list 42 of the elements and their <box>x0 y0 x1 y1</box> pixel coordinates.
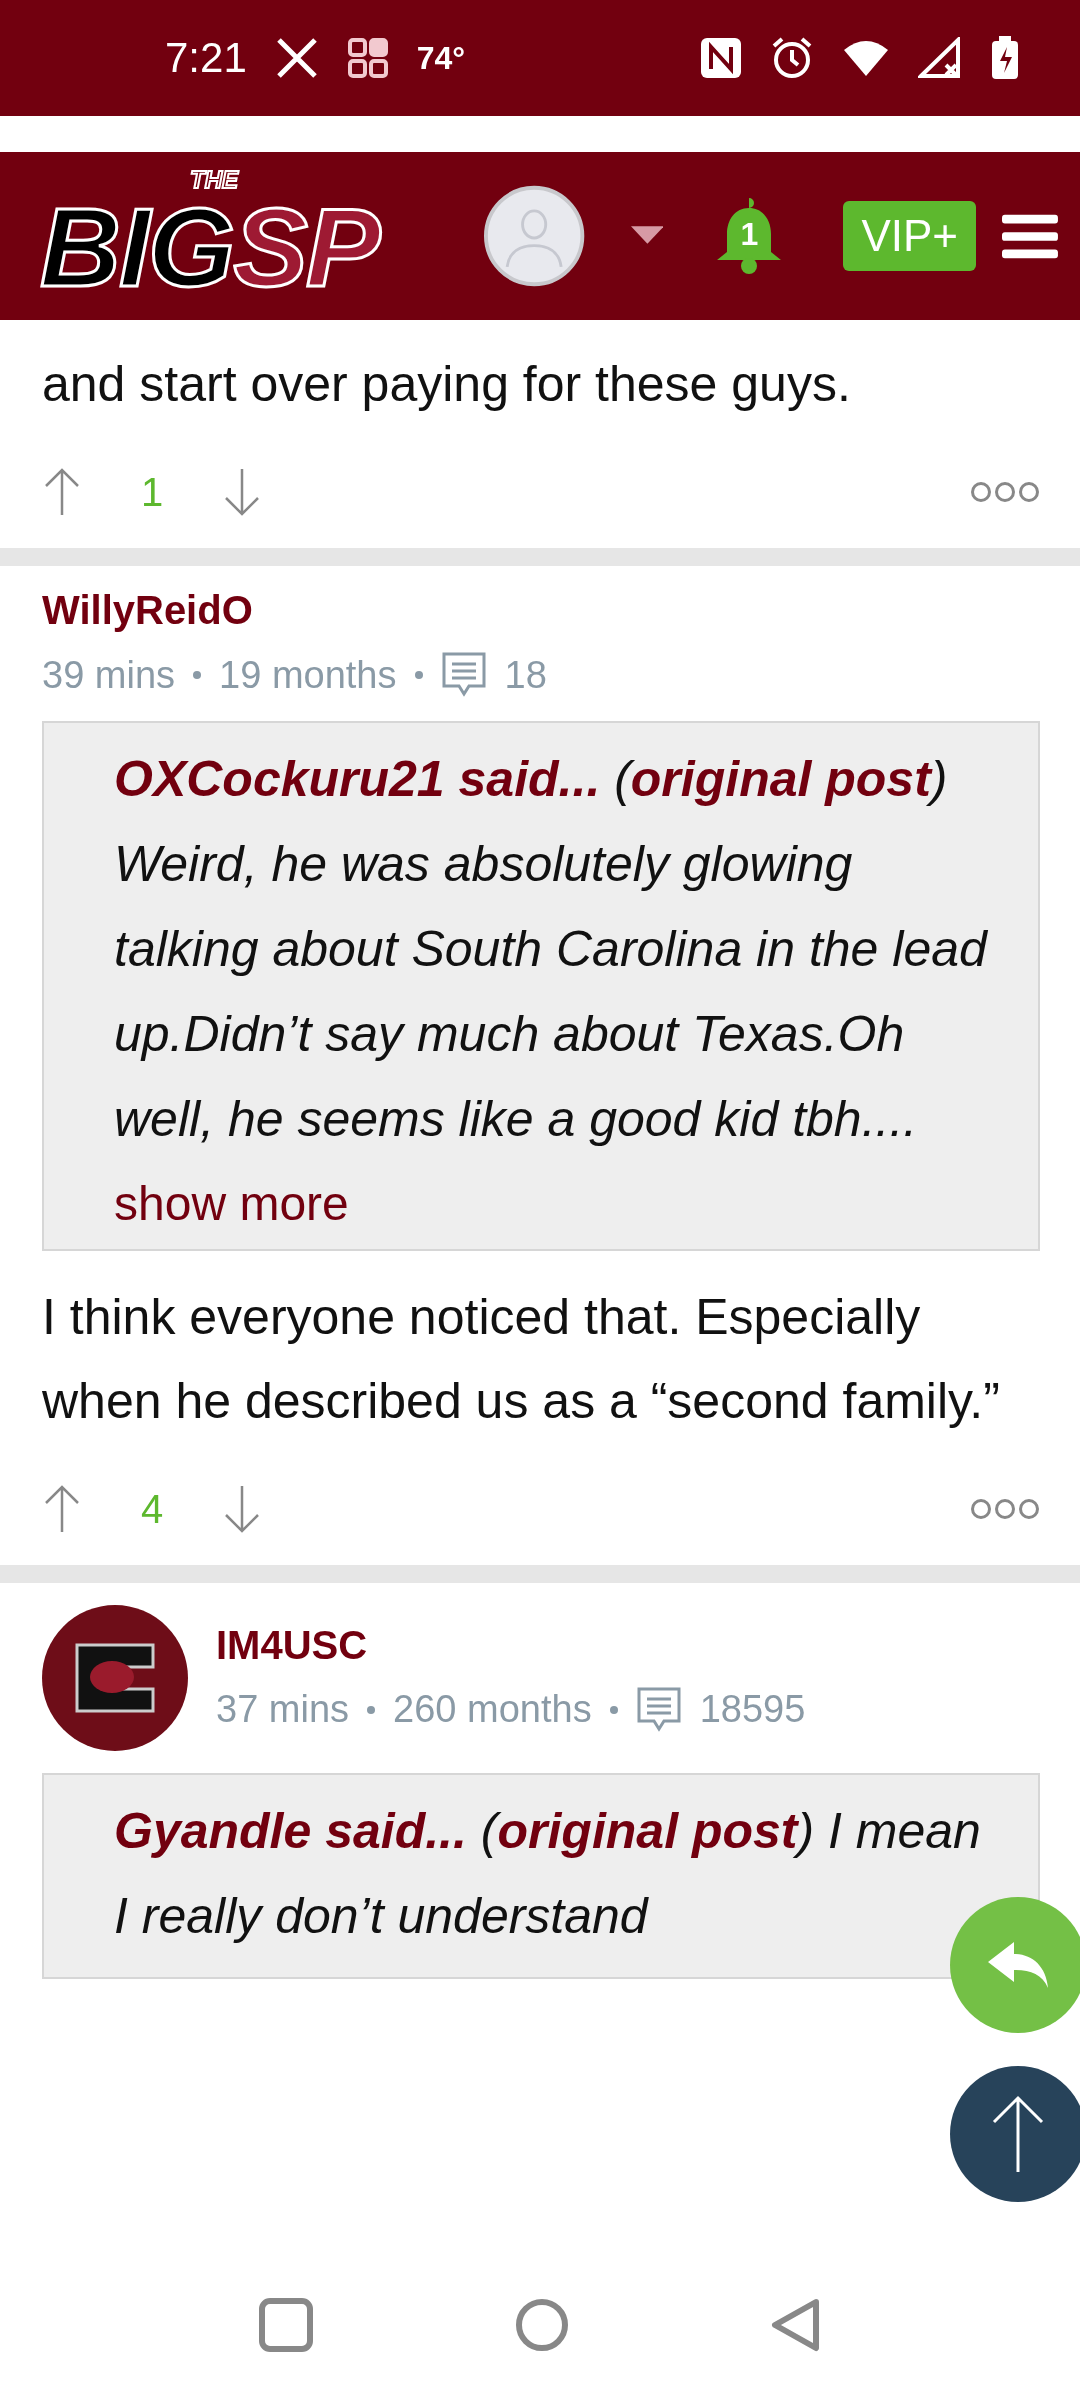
post-count: 18 <box>504 653 547 697</box>
separator-dot <box>414 671 423 679</box>
vote-score: 4 <box>139 1486 165 1532</box>
separator-dot <box>609 1705 618 1714</box>
more-options-icon[interactable] <box>970 480 1040 504</box>
separator-dot <box>367 1705 376 1714</box>
member-tenure: 260 months <box>393 1688 592 1731</box>
comment-text: I think everyone noticed that. Especially when he described us as a “second family.” <box>42 1288 1001 1431</box>
x-icon <box>274 36 319 80</box>
comment-icon <box>635 1685 682 1734</box>
comment-icon <box>440 651 487 699</box>
post-time: 39 mins <box>42 653 176 697</box>
more-options-icon[interactable] <box>970 1497 1040 1521</box>
post-time: 37 mins <box>216 1688 350 1731</box>
nfc-icon <box>700 37 742 79</box>
quote-text: OXCockuru21 said... (original post) Weird, he was absolutely glowing talking about South Carolina in the lead up.Didn’t say much about Texas.Oh well, he seems like a good kid tbh.... <box>114 750 989 1149</box>
status-time: 7:21 <box>165 34 247 82</box>
dropdown-caret-icon[interactable] <box>630 226 664 246</box>
site-logo[interactable]: THE BIGSP <box>40 168 465 304</box>
widgets-icon <box>346 37 389 79</box>
alarm-icon <box>770 36 814 80</box>
home-icon[interactable] <box>514 2297 570 2353</box>
status-temperature: 74° <box>416 39 466 77</box>
reply-icon <box>986 1940 1050 1990</box>
downvote-icon[interactable] <box>222 467 262 517</box>
username[interactable]: IM4USC <box>216 1622 806 1668</box>
downvote-icon[interactable] <box>222 1484 262 1534</box>
post-count: 18595 <box>699 1688 806 1731</box>
recents-icon[interactable] <box>258 2297 314 2353</box>
back-icon[interactable] <box>770 2297 822 2353</box>
vote-score: 1 <box>139 469 165 515</box>
comment-text: and start over paying for these guys. <box>42 355 852 414</box>
signal-icon <box>918 37 962 79</box>
menu-icon[interactable] <box>1002 212 1058 260</box>
separator-dot <box>193 671 202 679</box>
show-more-link[interactable]: show more <box>114 1176 349 1231</box>
quote-text: Gyandle said... (original post) I mean I really don’t understand <box>114 1802 982 1946</box>
battery-icon <box>990 35 1020 81</box>
username[interactable]: WillyReidO <box>42 588 547 633</box>
user-avatar-icon[interactable] <box>484 184 585 288</box>
wifi-icon <box>842 38 890 78</box>
member-tenure: 19 months <box>219 653 397 697</box>
